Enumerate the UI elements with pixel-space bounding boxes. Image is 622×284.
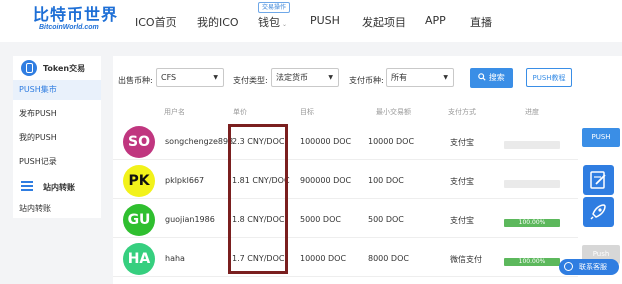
- dropdown-caret-icon: ▼: [443, 74, 448, 81]
- row-divider: [113, 198, 578, 199]
- sidebar-item-publish-push[interactable]: 发布PUSH: [19, 108, 57, 119]
- progress-bar: [504, 180, 560, 188]
- logo-subtext: BitcoinWorld.com: [39, 24, 99, 31]
- nav-wallet-label: 钱包: [258, 16, 280, 29]
- sidebar-section-title: Token交易: [43, 64, 86, 73]
- customer-service-button[interactable]: 联系客服: [559, 259, 619, 275]
- sidebar-item-push-records[interactable]: PUSH记录: [19, 156, 57, 167]
- progress-bar: [504, 141, 560, 149]
- price-highlight-box: [228, 124, 288, 274]
- nav-app[interactable]: APP: [425, 14, 446, 27]
- row-divider: [113, 276, 578, 277]
- customer-service-label: 联系客服: [579, 263, 607, 271]
- site-logo[interactable]: 比特币世界 BitcoinWorld.com: [33, 5, 119, 32]
- target-cell: 900000 DOC: [300, 176, 352, 185]
- logo-text: 比特币世界: [33, 5, 119, 24]
- push-tutorial-button[interactable]: PUSH教程: [526, 68, 572, 87]
- progress-bar: 100.00%: [504, 258, 560, 266]
- edit-float-button[interactable]: [583, 165, 614, 195]
- col-min-amount: 最小交易额: [376, 108, 411, 116]
- rocket-float-button[interactable]: [583, 197, 614, 227]
- table-header: 用户名 单价 目标 最小交易额 支付方式 进度: [113, 106, 622, 120]
- col-progress: 进度: [525, 108, 539, 116]
- paycoin-select[interactable]: 所有 ▼: [386, 68, 454, 87]
- paytype-filter-label: 支付类型:: [233, 76, 268, 85]
- table-row: GU guojian1986 1.8 CNY/DOC 5000 DOC 500 DOC 支…: [113, 200, 622, 238]
- main-panel: 出售币种: CFS ▼ 支付类型: 法定货币 ▼ 支付币种: 所有 ▼ 搜索 P…: [113, 56, 622, 284]
- target-cell: 100000 DOC: [300, 137, 352, 146]
- col-username: 用户名: [164, 108, 185, 116]
- nav-push[interactable]: PUSH: [310, 14, 340, 27]
- dropdown-caret-icon: ▼: [328, 74, 333, 81]
- token-icon: [21, 60, 37, 76]
- sidebar-item-push-market[interactable]: PUSH集市: [19, 84, 57, 95]
- coin-select-value: CFS: [161, 73, 177, 82]
- payment-method-cell: 支付宝: [450, 138, 474, 147]
- table-row: PK pklpkl667 1.81 CNY/DOC 900000 DOC 100 DOC…: [113, 161, 622, 199]
- sidebar-section-token: Token交易: [13, 60, 101, 78]
- col-price: 单价: [233, 108, 247, 116]
- search-button-label: 搜索: [488, 73, 505, 82]
- username-cell: guojian1986: [165, 215, 215, 224]
- payment-method-cell: 微信支付: [450, 255, 482, 264]
- edit-icon: [590, 171, 606, 189]
- min-amount-cell: 10000 DOC: [368, 137, 415, 146]
- avatar[interactable]: GU: [123, 204, 155, 236]
- min-amount-cell: 8000 DOC: [368, 254, 409, 263]
- row-divider: [113, 237, 578, 238]
- col-payment-method: 支付方式: [448, 108, 476, 116]
- min-amount-cell: 100 DOC: [368, 176, 404, 185]
- username-cell: pklpkl667: [165, 176, 205, 185]
- coin-filter-label: 出售币种:: [118, 76, 153, 85]
- paycoin-select-value: 所有: [391, 73, 407, 82]
- paytype-select[interactable]: 法定货币 ▼: [271, 68, 339, 87]
- min-amount-cell: 500 DOC: [368, 215, 404, 224]
- dropdown-caret-icon: ▼: [213, 74, 218, 81]
- nav-ico-home[interactable]: ICO首页: [135, 14, 177, 30]
- nav-my-ico[interactable]: 我的ICO: [197, 14, 239, 30]
- avatar[interactable]: SO: [123, 126, 155, 158]
- target-cell: 5000 DOC: [300, 215, 341, 224]
- chat-icon: [564, 262, 573, 271]
- target-cell: 10000 DOC: [300, 254, 347, 263]
- nav-launch-project[interactable]: 发起项目: [362, 14, 406, 30]
- sidebar: Token交易 PUSH集市 发布PUSH 我的PUSH PUSH记录 站内转账…: [13, 56, 101, 218]
- sidebar-item-my-push[interactable]: 我的PUSH: [19, 132, 57, 143]
- table-row: SO songchengze898 2.3 CNY/DOC 100000 DOC 100…: [113, 122, 622, 160]
- nav-live[interactable]: 直播: [470, 14, 492, 30]
- search-button[interactable]: 搜索: [470, 68, 513, 88]
- search-icon: [478, 73, 486, 81]
- nav-wallet[interactable]: 钱包 ⌄: [258, 14, 287, 30]
- username-cell: songchengze898: [165, 137, 234, 146]
- list-icon: [21, 181, 33, 192]
- chevron-down-icon: ⌄: [282, 21, 288, 28]
- sidebar-section-title-transfer: 站内转账: [43, 183, 75, 192]
- coin-select[interactable]: CFS ▼: [156, 68, 224, 87]
- username-cell: haha: [165, 254, 185, 263]
- avatar[interactable]: HA: [123, 243, 155, 275]
- progress-text: 100.00%: [518, 258, 546, 265]
- paycoin-filter-label: 支付币种:: [349, 76, 384, 85]
- rocket-icon: [590, 204, 606, 220]
- table-row: HA haha 1.7 CNY/DOC 10000 DOC 8000 DOC 微信支付 10…: [113, 239, 622, 277]
- push-button[interactable]: PUSH: [582, 128, 620, 147]
- payment-method-cell: 支付宝: [450, 177, 474, 186]
- top-navbar: 比特币世界 BitcoinWorld.com ICO首页 我的ICO 钱包 ⌄ 交…: [0, 0, 622, 42]
- progress-bar: 100.00%: [504, 219, 560, 227]
- payment-method-cell: 支付宝: [450, 216, 474, 225]
- avatar[interactable]: PK: [123, 165, 155, 197]
- row-divider: [113, 159, 578, 160]
- sidebar-item-transfer[interactable]: 站内转账: [19, 203, 51, 214]
- paytype-select-value: 法定货币: [276, 73, 308, 82]
- col-target: 目标: [300, 108, 314, 116]
- progress-text: 100.00%: [518, 219, 546, 226]
- wallet-badge: 交易操作: [258, 2, 291, 13]
